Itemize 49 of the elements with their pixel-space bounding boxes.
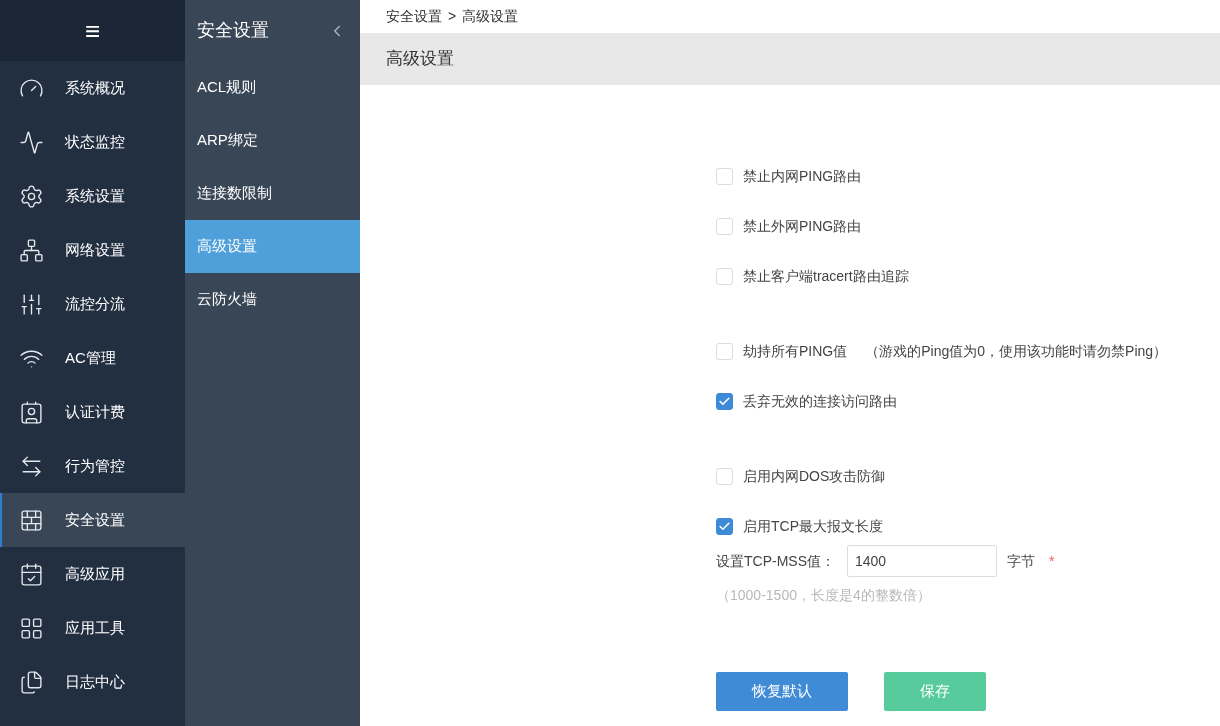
nav-item[interactable]: 认证计费	[0, 385, 185, 439]
option-label: 禁止外网PING路由	[743, 217, 862, 236]
nav-item[interactable]: 网络设置	[0, 223, 185, 277]
option-label: 丢弃无效的连接访问路由	[743, 392, 897, 411]
checkbox[interactable]	[716, 393, 733, 410]
nav-item[interactable]: 系统概况	[0, 61, 185, 115]
breadcrumb-separator: >	[448, 7, 457, 26]
submenu-item[interactable]: 云防火墙	[185, 273, 360, 326]
pulse-icon	[19, 129, 44, 155]
grid-icon	[19, 615, 44, 641]
unit-label: 字节	[1007, 551, 1035, 571]
option-label: 劫持所有PING值	[743, 342, 848, 361]
id-card-icon	[19, 399, 44, 425]
required-mark: *	[1049, 551, 1055, 571]
nav-item[interactable]: AC管理	[0, 331, 185, 385]
check-icon	[718, 395, 731, 408]
sliders-icon	[19, 291, 44, 317]
page-title: 高级设置	[386, 48, 454, 71]
nav-item[interactable]: 流控分流	[0, 277, 185, 331]
nav-item[interactable]: 系统设置	[0, 169, 185, 223]
mss-label: 设置TCP-MSS值：	[716, 551, 835, 571]
option-label: 启用内网DOS攻击防御	[743, 467, 886, 486]
option-label: 禁止内网PING路由	[743, 167, 862, 186]
option-label: 禁止客户端tracert路由追踪	[743, 267, 909, 286]
menu-toggle-button[interactable]: ≡	[84, 17, 101, 44]
submenu-item[interactable]: ACL规则	[185, 61, 360, 114]
nav-item[interactable]: 状态监控	[0, 115, 185, 169]
nav-item[interactable]: 行为管控	[0, 439, 185, 493]
nav-item[interactable]: 安全设置	[0, 493, 185, 547]
nav-item[interactable]: 日志中心	[0, 655, 185, 709]
submenu-item[interactable]: 连接数限制	[185, 167, 360, 220]
mss-input[interactable]: 1400	[847, 545, 997, 577]
brick-wall-icon	[19, 507, 44, 533]
gear-icon	[19, 183, 44, 209]
submenu-item[interactable]: ARP绑定	[185, 114, 360, 167]
breadcrumb-link[interactable]: 高级设置	[462, 6, 519, 27]
nav-item[interactable]: 高级应用	[0, 547, 185, 601]
hint-text: （1000-1500，长度是4的整数倍）	[716, 586, 932, 605]
checkbox[interactable]	[716, 518, 733, 535]
check-icon	[718, 520, 731, 533]
reset-button[interactable]: 恢复默认	[716, 672, 848, 711]
calendar-check-icon	[19, 561, 44, 587]
submenu-title: 安全设置	[197, 19, 269, 42]
option-note: （游戏的Ping值为0，使用该功能时请勿禁Ping）	[865, 342, 1168, 361]
nav-item[interactable]: 应用工具	[0, 601, 185, 655]
files-icon	[19, 669, 44, 695]
network-icon	[19, 237, 44, 263]
option-label: 启用TCP最大报文长度	[743, 517, 883, 536]
breadcrumb-link[interactable]: 安全设置	[386, 6, 442, 27]
